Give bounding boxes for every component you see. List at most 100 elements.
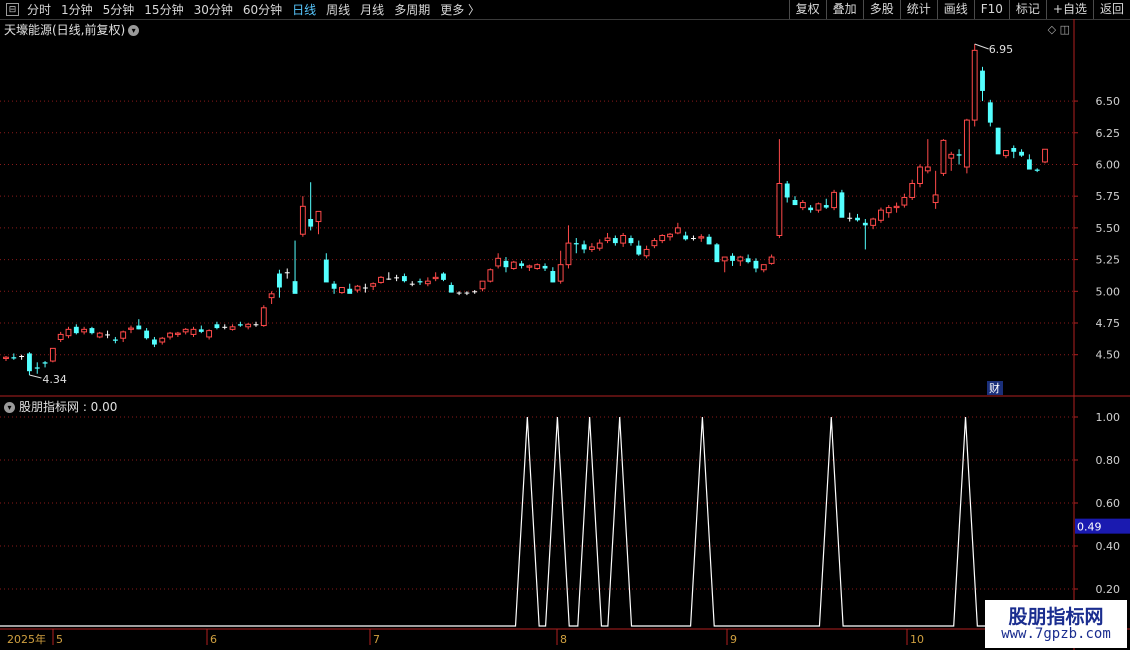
date-tick-label: 8 xyxy=(560,633,567,646)
price-tick-label: 5.00 xyxy=(1096,285,1121,298)
stock-title: 天壕能源(日线,前复权) xyxy=(4,23,126,37)
candle-body-down xyxy=(112,339,118,341)
chevron-down-icon[interactable]: ▾ xyxy=(128,25,140,36)
diamond-icon[interactable]: ◇ xyxy=(1048,23,1056,36)
candle-body-down xyxy=(753,260,759,269)
candle-body-down xyxy=(714,244,720,263)
candle-body-down xyxy=(214,324,220,329)
candle-body-down xyxy=(1034,169,1040,171)
candle-body-up xyxy=(487,269,494,282)
candle-body-up xyxy=(190,328,197,335)
candle-body-up xyxy=(924,166,931,172)
candle-body-flat xyxy=(222,326,228,328)
candle-body-up xyxy=(229,326,236,330)
date-tick-label: 5 xyxy=(56,633,63,646)
candle-body-flat xyxy=(253,324,259,326)
candle-body-flat xyxy=(409,283,415,285)
candle-body-down xyxy=(862,222,868,226)
candle-body-flat xyxy=(284,272,290,274)
price-tick-label: 4.50 xyxy=(1096,349,1121,362)
indicator-name: 股朋指标网 : 0.00 xyxy=(19,400,118,414)
indicator-tick-label: 0.20 xyxy=(1096,583,1121,596)
candle-body-up xyxy=(495,257,502,267)
candle-body-flat xyxy=(386,278,392,280)
chevron-down-icon[interactable]: ▾ xyxy=(4,402,15,413)
candle-body-up xyxy=(971,49,978,121)
candle-body-up xyxy=(534,264,541,269)
candle-body-up xyxy=(565,242,572,266)
candle-body-down xyxy=(628,238,634,244)
candle-body-down xyxy=(784,183,790,198)
candle-body-up xyxy=(315,210,322,223)
watermark: 股朋指标网 www.7gpzb.com xyxy=(985,600,1127,648)
candle-body-up xyxy=(268,293,275,299)
candle-body-up xyxy=(174,332,181,335)
candle-body-up xyxy=(526,265,533,268)
candle-body-down xyxy=(612,238,618,244)
candle-body-down xyxy=(636,245,642,255)
candle-body-flat xyxy=(472,291,478,293)
candle-body-up xyxy=(901,196,908,206)
cai-badge: 财 xyxy=(989,381,1000,395)
candle-body-up xyxy=(909,183,916,198)
candle-body-up xyxy=(760,264,767,271)
candle-body-down xyxy=(808,207,814,211)
candle-body-up xyxy=(57,333,64,340)
chart-area[interactable]: 6.50 6.25 6.00 5.75 5.50 5.25 5.00 4.75 4.50 1.00… xyxy=(0,0,1130,650)
candle-body-up xyxy=(963,119,970,168)
candle-body-down xyxy=(136,325,142,330)
watermark-name: 股朋指标网 xyxy=(1008,606,1104,628)
indicator-current-value: 0.49 xyxy=(1077,521,1102,534)
candle-body-down xyxy=(11,357,17,359)
candle-body-flat xyxy=(19,355,25,357)
date-tick-label: 10 xyxy=(910,633,924,646)
candle-body-up xyxy=(206,330,213,338)
candle-body-up xyxy=(948,153,955,159)
indicator-title: ▾ 股朋指标网 : 0.00 xyxy=(4,398,117,415)
candle-body-down xyxy=(1011,147,1017,152)
candle-body-up xyxy=(659,234,666,242)
candle-body-down xyxy=(987,102,993,123)
candle-body-up xyxy=(776,183,783,236)
candle-body-down xyxy=(730,255,735,261)
price-tick-label: 6.50 xyxy=(1096,95,1121,108)
candle-body-up xyxy=(893,205,900,209)
main-chart-title: 天壕能源(日线,前复权) ▾ xyxy=(4,21,140,38)
candle-body-down xyxy=(144,330,150,339)
candle-body-up xyxy=(354,285,361,291)
candle-body-down xyxy=(292,281,298,294)
indicator-tick-label: 0.40 xyxy=(1096,540,1121,553)
candle-body-up xyxy=(245,323,252,328)
candle-body-down xyxy=(503,260,509,268)
candle-body-up xyxy=(299,205,306,235)
candle-body-down xyxy=(73,326,79,334)
candle-body-down xyxy=(308,219,314,227)
price-tick-label: 6.00 xyxy=(1096,158,1121,171)
candle-body-down xyxy=(519,263,525,266)
candle-body-down xyxy=(956,154,962,156)
date-tick-label: 9 xyxy=(730,633,737,646)
candle-body-up xyxy=(878,209,884,221)
candle-body-down xyxy=(542,265,548,269)
candle-body-up xyxy=(917,166,923,185)
candle-body-up xyxy=(1003,150,1009,157)
candle-body-up xyxy=(596,242,603,249)
grid-lines xyxy=(0,100,1074,590)
price-tick-label: 6.25 xyxy=(1096,127,1121,140)
candle-body-up xyxy=(159,337,166,343)
candle-body-up xyxy=(370,283,377,287)
candle-body-up xyxy=(65,328,72,337)
candlestick-series xyxy=(3,44,1048,375)
candle-body-down xyxy=(995,127,1001,155)
candle-body-up xyxy=(698,236,705,239)
watermark-url: www.7gpzb.com xyxy=(1001,626,1111,642)
candle-body-down xyxy=(347,288,353,294)
candle-body-flat xyxy=(464,292,470,294)
candle-body-flat xyxy=(105,334,110,336)
panel-toggle-icon[interactable]: ◫ xyxy=(1060,23,1070,36)
price-tick-label: 5.50 xyxy=(1096,222,1121,235)
candle-body-down xyxy=(42,362,48,364)
candle-body-up xyxy=(831,191,837,209)
high-pointer xyxy=(974,43,989,50)
candle-body-down xyxy=(34,367,40,369)
